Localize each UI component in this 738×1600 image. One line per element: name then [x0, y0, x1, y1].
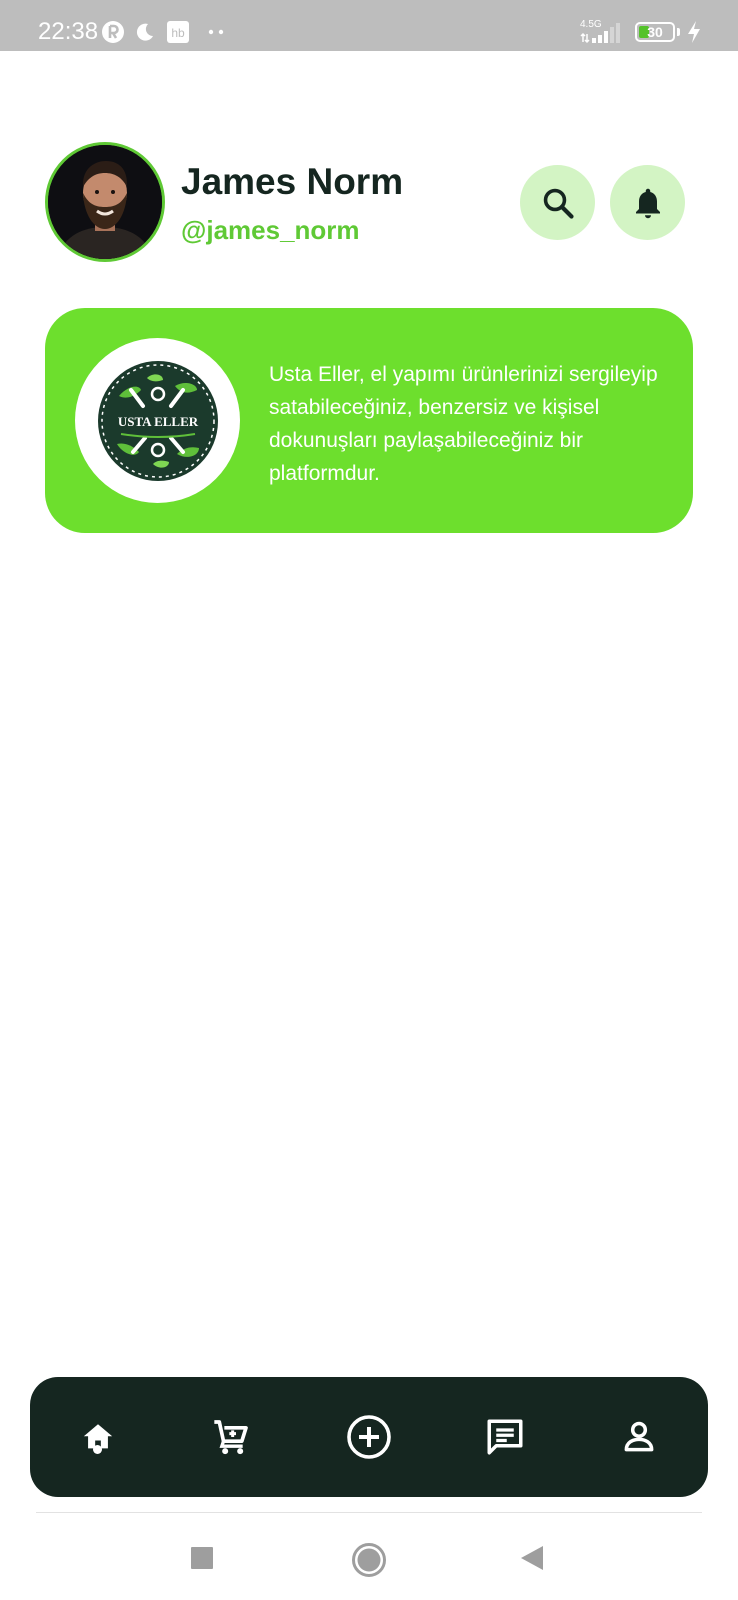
- search-button[interactable]: [520, 165, 595, 240]
- chat-icon: [487, 1419, 523, 1455]
- nav-add[interactable]: [319, 1377, 419, 1497]
- home-circle-icon: [352, 1543, 386, 1577]
- battery-level: 30: [647, 24, 663, 40]
- user-name: James Norm: [181, 161, 404, 202]
- svg-text:hb: hb: [171, 26, 185, 40]
- status-time: 22:38: [38, 18, 99, 45]
- cart-icon: [214, 1420, 248, 1455]
- nav-cart[interactable]: [181, 1377, 281, 1497]
- avatar[interactable]: [45, 142, 165, 262]
- system-back-button[interactable]: [512, 1538, 552, 1578]
- battery-icon: 30: [635, 22, 675, 42]
- usta-eller-logo: USTA ELLER: [75, 338, 240, 503]
- moon-icon: [136, 23, 153, 41]
- profile-icon: [624, 1421, 654, 1452]
- system-recents-button[interactable]: [182, 1538, 222, 1578]
- nav-profile[interactable]: [589, 1377, 689, 1497]
- divider: [36, 1512, 702, 1513]
- more-dots-icon: [208, 29, 224, 35]
- search-icon: [543, 188, 574, 219]
- hb-app-icon: hb: [167, 21, 189, 43]
- notifications-button[interactable]: [610, 165, 685, 240]
- add-circle-icon: [347, 1415, 391, 1459]
- notification-r-icon: [102, 21, 124, 43]
- nav-messages[interactable]: [455, 1377, 555, 1497]
- avatar-photo: [48, 145, 162, 259]
- bell-icon: [635, 188, 660, 218]
- recents-square-icon: [191, 1547, 213, 1569]
- back-triangle-icon: [521, 1546, 543, 1570]
- info-banner: USTA ELLER Usta Eller, el yapımı ürünler…: [45, 308, 693, 533]
- status-bar: 22:38 hb 4.5G 30: [0, 0, 738, 51]
- banner-description: Usta Eller, el yapımı ürünlerinizi sergi…: [269, 363, 658, 485]
- nav-home[interactable]: [48, 1377, 148, 1497]
- bottom-navigation: [30, 1377, 708, 1497]
- charging-icon: [688, 21, 700, 43]
- logo-emblem: USTA ELLER: [97, 360, 218, 481]
- battery-cap: [677, 28, 680, 36]
- active-nav-indicator: [93, 1445, 102, 1454]
- logo-text: USTA ELLER: [117, 414, 198, 429]
- signal-icon: [580, 23, 620, 44]
- system-home-button[interactable]: [347, 1538, 391, 1582]
- user-handle: @james_norm: [181, 215, 360, 245]
